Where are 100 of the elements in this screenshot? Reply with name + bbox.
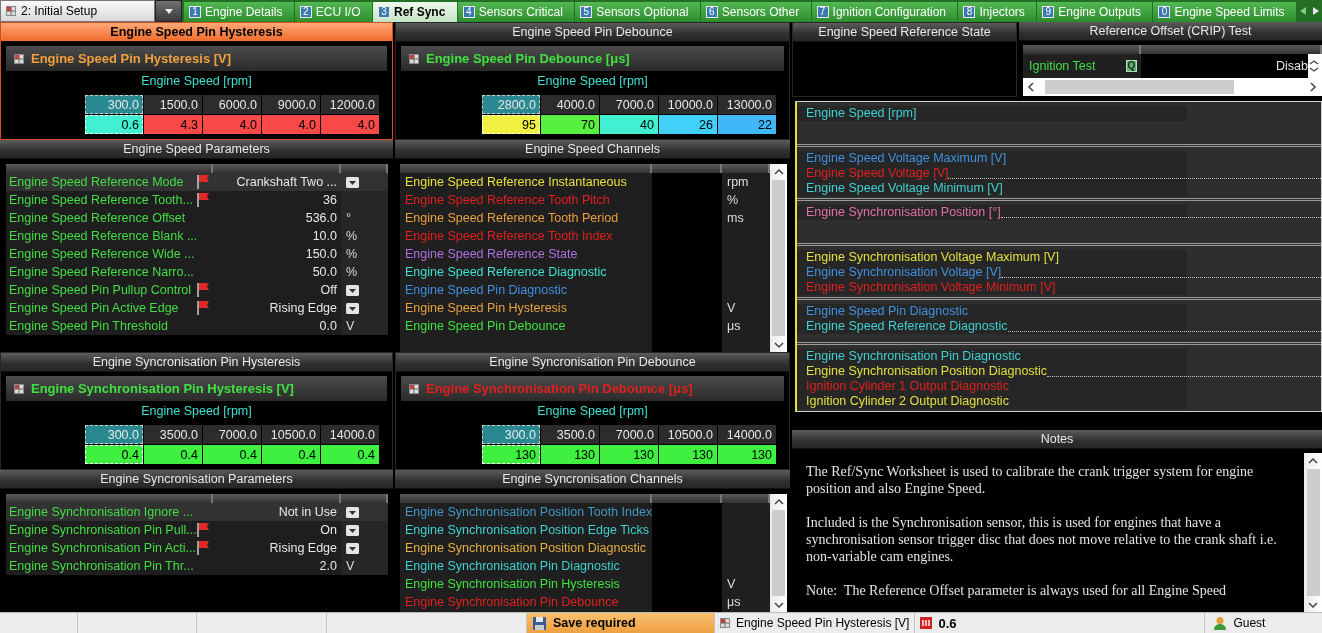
table-cell[interactable]: 22: [718, 115, 776, 134]
table-cell[interactable]: 130: [541, 445, 599, 464]
scrollbar[interactable]: [1023, 78, 1322, 96]
table-cell[interactable]: 4.0: [203, 115, 261, 134]
parameter-value[interactable]: Disab: [1141, 59, 1308, 73]
channel-name[interactable]: Engine Synchronisation Position Tooth Index: [405, 505, 653, 519]
channel-label: Engine Speed [rpm]: [805, 106, 917, 121]
tab[interactable]: 9 Engine Outputs: [1037, 2, 1153, 22]
table-cell[interactable]: 4.0: [262, 115, 320, 134]
parameter-row[interactable]: Engine Speed Pin Threshold 0.0 V: [6, 317, 388, 335]
tab[interactable]: 4 Sensors Critical: [457, 2, 575, 22]
parameter-value[interactable]: 10.0: [312, 229, 341, 243]
parameter-value[interactable]: 150.0: [305, 247, 341, 261]
table-cell[interactable]: 0.4: [85, 445, 143, 464]
table-cell[interactable]: 130: [718, 445, 776, 464]
panel-title: Engine Speed Pin Hysteresis: [1, 23, 392, 42]
parameter-row[interactable]: Engine Speed Reference Wide ... 150.0 %: [6, 245, 388, 263]
scrollbar[interactable]: [770, 494, 787, 612]
dropdown-button[interactable]: [346, 284, 359, 296]
channel-name[interactable]: Engine Speed Reference Tooth Period: [405, 211, 619, 225]
table-cell[interactable]: 0.4: [144, 445, 202, 464]
dropdown-button[interactable]: [346, 302, 359, 314]
dropdown-button[interactable]: [155, 0, 182, 22]
parameter-row[interactable]: Engine Speed Reference Narro... 50.0 %: [6, 263, 388, 281]
channel-name[interactable]: Engine Speed Pin Debounce: [405, 319, 566, 333]
table-cell[interactable]: 4.0: [321, 115, 379, 134]
table-cell[interactable]: 40: [600, 115, 658, 134]
table-cell[interactable]: 0.4: [262, 445, 320, 464]
parameter-row[interactable]: Engine Speed Reference Mode Crankshaft Two ...: [6, 173, 388, 191]
tab[interactable]: 0 Engine Speed Limits: [1153, 2, 1296, 22]
channel-name[interactable]: Engine Speed Pin Diagnostic: [405, 283, 567, 297]
channel-name[interactable]: Engine Synchronisation Pin Diagnostic: [405, 559, 620, 573]
channel-name[interactable]: Engine Synchronisation Position Diagnostic: [405, 541, 647, 555]
channel-label: Engine Synchronisation Voltage Maximum [V]: [805, 250, 1059, 265]
channel-name[interactable]: Engine Synchronisation Pin Hysteresis: [405, 577, 620, 591]
panel-title: Engine Syncronisation Pin Debounce: [396, 353, 789, 372]
table-title: Engine Synchronisation Pin Hysteresis [V]: [31, 381, 294, 396]
parameter-value[interactable]: Rising Edge: [269, 541, 341, 555]
dropdown-button[interactable]: [346, 542, 359, 554]
table-cell[interactable]: 70: [541, 115, 599, 134]
parameter-row[interactable]: Engine Synchronisation Ignore ... Not in Use: [6, 503, 388, 521]
parameter-value[interactable]: 50.0: [312, 265, 341, 279]
channel-name[interactable]: Engine Synchronisation Pin Debounce: [405, 595, 619, 609]
table-cell[interactable]: 130: [600, 445, 658, 464]
parameter-row[interactable]: Engine Speed Pin Active Edge Rising Edge: [6, 299, 388, 317]
channel-label: Ignition Cylinder 2 Output Diagnostic: [805, 394, 1009, 409]
setup-selector[interactable]: 2: Initial Setup: [0, 0, 155, 22]
tab[interactable]: 8 Injectors: [958, 2, 1037, 22]
parameter-row[interactable]: Engine Speed Pin Pullup Control Off: [6, 281, 388, 299]
table-cell[interactable]: 4.3: [144, 115, 202, 134]
axis-label: Engine Speed [rpm]: [537, 404, 648, 418]
table-cell[interactable]: 130: [659, 445, 717, 464]
scrollbar[interactable]: [1304, 453, 1322, 612]
parameter-value[interactable]: On: [320, 523, 341, 537]
parameter-value[interactable]: 2.0: [319, 559, 341, 573]
parameter-row[interactable]: Engine Speed Reference Blank ... 10.0 %: [6, 227, 388, 245]
dropdown-button[interactable]: [346, 506, 359, 518]
table-cell[interactable]: 26: [659, 115, 717, 134]
axis-cell: 14000.0: [321, 425, 379, 444]
parameter-value[interactable]: Rising Edge: [269, 301, 341, 315]
parameter-row[interactable]: Engine Synchronisation Pin Pull... On: [6, 521, 388, 539]
unit-label: μs: [727, 595, 741, 609]
parameter-row[interactable]: Engine Synchronisation Pin Acti... Rising Edge: [6, 539, 388, 557]
parameter-row[interactable]: Engine Synchronisation Pin Thr... 2.0 V: [6, 557, 388, 575]
tab[interactable]: 5 Sensors Optional: [575, 2, 700, 22]
spin-down-icon: [1308, 66, 1320, 73]
table-icon: [720, 618, 730, 628]
axis-cell: 10500.0: [659, 425, 717, 444]
axis-cell: 2800.0: [482, 95, 540, 114]
parameter-value[interactable]: 536.0: [305, 211, 341, 225]
dropdown-button[interactable]: [346, 176, 359, 188]
tab[interactable]: 7 Ignition Configuration: [811, 2, 958, 22]
tab[interactable]: 1 Engine Details: [184, 2, 294, 22]
channel-name[interactable]: Engine Speed Reference Diagnostic: [405, 265, 607, 279]
unit-label: %: [346, 265, 358, 279]
parameter-value[interactable]: Off: [320, 283, 341, 297]
tab[interactable]: 3 Ref Sync: [372, 2, 457, 22]
axis-cell: 14000.0: [718, 425, 776, 444]
table-cell[interactable]: 95: [482, 115, 540, 134]
channel-label: Engine Speed Voltage [V]: [805, 166, 949, 181]
tab[interactable]: 2 ECU I/O: [294, 2, 372, 22]
channel-name[interactable]: Engine Speed Reference State: [405, 247, 578, 261]
tab[interactable]: 6 Sensors Other: [700, 2, 811, 22]
channel-name[interactable]: Engine Speed Reference Instantaneous: [405, 175, 627, 189]
parameter-row[interactable]: Engine Speed Reference Offset 536.0 °: [6, 209, 388, 227]
table-cell[interactable]: 130: [482, 445, 540, 464]
axis-cell: 300.0: [85, 95, 143, 114]
spin-button[interactable]: [1308, 54, 1322, 78]
table-cell[interactable]: 0.4: [203, 445, 261, 464]
parameter-value[interactable]: Crankshaft Two ...: [236, 175, 341, 189]
channel-name[interactable]: Engine Speed Pin Hysteresis: [405, 301, 567, 315]
parameter-value[interactable]: 36: [323, 193, 341, 207]
parameter-row[interactable]: Engine Speed Reference Tooth... 36: [6, 191, 388, 209]
table-cell[interactable]: 0.4: [321, 445, 379, 464]
dropdown-button[interactable]: [346, 524, 359, 536]
channel-name[interactable]: Engine Synchronisation Position Edge Ticks: [405, 523, 649, 537]
table-cell[interactable]: 0.6: [85, 115, 143, 134]
scrollbar[interactable]: [770, 164, 787, 352]
parameter-value[interactable]: Not in Use: [278, 505, 341, 519]
parameter-value[interactable]: 0.0: [319, 319, 341, 333]
